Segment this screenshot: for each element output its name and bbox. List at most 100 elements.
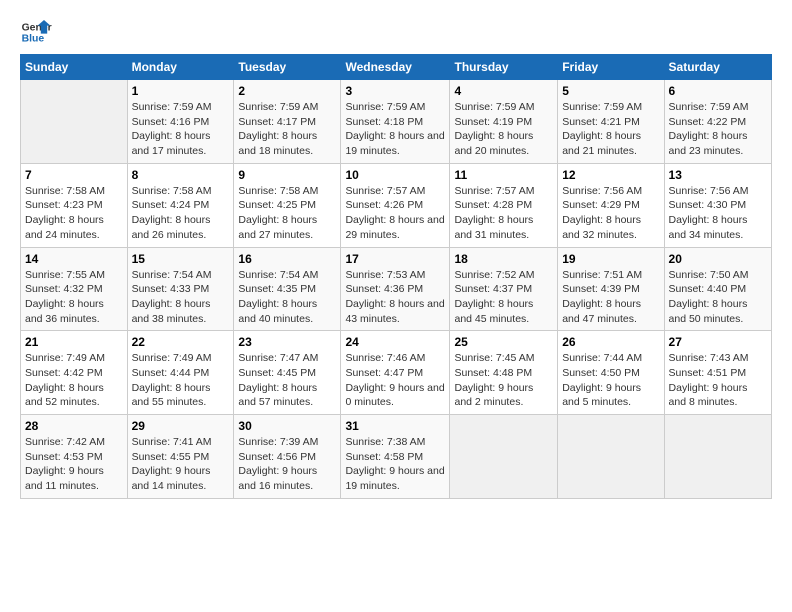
day-cell: 23 Sunrise: 7:47 AMSunset: 4:45 PMDaylig…: [234, 331, 341, 415]
svg-text:Blue: Blue: [22, 34, 45, 45]
day-number: 8: [132, 168, 230, 182]
day-info: Sunrise: 7:58 AMSunset: 4:23 PMDaylight:…: [25, 185, 105, 241]
day-cell: 16 Sunrise: 7:54 AMSunset: 4:35 PMDaylig…: [234, 247, 341, 331]
day-cell: 1 Sunrise: 7:59 AMSunset: 4:16 PMDayligh…: [127, 80, 234, 164]
day-cell: 14 Sunrise: 7:55 AMSunset: 4:32 PMDaylig…: [21, 247, 128, 331]
day-number: 24: [345, 335, 445, 349]
day-cell: 30 Sunrise: 7:39 AMSunset: 4:56 PMDaylig…: [234, 415, 341, 499]
day-cell: 3 Sunrise: 7:59 AMSunset: 4:18 PMDayligh…: [341, 80, 450, 164]
day-number: 10: [345, 168, 445, 182]
day-info: Sunrise: 7:59 AMSunset: 4:16 PMDaylight:…: [132, 101, 212, 157]
day-info: Sunrise: 7:50 AMSunset: 4:40 PMDaylight:…: [669, 269, 749, 325]
day-cell: 26 Sunrise: 7:44 AMSunset: 4:50 PMDaylig…: [558, 331, 664, 415]
week-row-1: 1 Sunrise: 7:59 AMSunset: 4:16 PMDayligh…: [21, 80, 772, 164]
day-cell: 24 Sunrise: 7:46 AMSunset: 4:47 PMDaylig…: [341, 331, 450, 415]
col-header-wednesday: Wednesday: [341, 55, 450, 80]
day-cell: 9 Sunrise: 7:58 AMSunset: 4:25 PMDayligh…: [234, 163, 341, 247]
day-cell: 28 Sunrise: 7:42 AMSunset: 4:53 PMDaylig…: [21, 415, 128, 499]
day-number: 31: [345, 419, 445, 433]
day-number: 22: [132, 335, 230, 349]
day-info: Sunrise: 7:51 AMSunset: 4:39 PMDaylight:…: [562, 269, 642, 325]
day-info: Sunrise: 7:43 AMSunset: 4:51 PMDaylight:…: [669, 352, 749, 408]
day-number: 9: [238, 168, 336, 182]
day-number: 16: [238, 252, 336, 266]
day-number: 20: [669, 252, 767, 266]
day-cell: 12 Sunrise: 7:56 AMSunset: 4:29 PMDaylig…: [558, 163, 664, 247]
day-info: Sunrise: 7:57 AMSunset: 4:28 PMDaylight:…: [454, 185, 534, 241]
day-info: Sunrise: 7:46 AMSunset: 4:47 PMDaylight:…: [345, 352, 444, 408]
day-info: Sunrise: 7:42 AMSunset: 4:53 PMDaylight:…: [25, 436, 105, 492]
day-number: 7: [25, 168, 123, 182]
day-info: Sunrise: 7:52 AMSunset: 4:37 PMDaylight:…: [454, 269, 534, 325]
day-cell: 20 Sunrise: 7:50 AMSunset: 4:40 PMDaylig…: [664, 247, 771, 331]
day-info: Sunrise: 7:49 AMSunset: 4:44 PMDaylight:…: [132, 352, 212, 408]
day-info: Sunrise: 7:45 AMSunset: 4:48 PMDaylight:…: [454, 352, 534, 408]
page: General Blue SundayMondayTuesdayWednesda…: [0, 0, 792, 509]
day-info: Sunrise: 7:59 AMSunset: 4:21 PMDaylight:…: [562, 101, 642, 157]
col-header-saturday: Saturday: [664, 55, 771, 80]
col-header-monday: Monday: [127, 55, 234, 80]
day-cell: 19 Sunrise: 7:51 AMSunset: 4:39 PMDaylig…: [558, 247, 664, 331]
day-info: Sunrise: 7:59 AMSunset: 4:17 PMDaylight:…: [238, 101, 318, 157]
day-number: 19: [562, 252, 659, 266]
day-info: Sunrise: 7:38 AMSunset: 4:58 PMDaylight:…: [345, 436, 444, 492]
day-cell: 11 Sunrise: 7:57 AMSunset: 4:28 PMDaylig…: [450, 163, 558, 247]
day-number: 23: [238, 335, 336, 349]
day-number: 29: [132, 419, 230, 433]
day-number: 12: [562, 168, 659, 182]
day-cell: 8 Sunrise: 7:58 AMSunset: 4:24 PMDayligh…: [127, 163, 234, 247]
day-number: 6: [669, 84, 767, 98]
day-cell: 25 Sunrise: 7:45 AMSunset: 4:48 PMDaylig…: [450, 331, 558, 415]
day-number: 1: [132, 84, 230, 98]
day-number: 11: [454, 168, 553, 182]
day-cell: [558, 415, 664, 499]
day-cell: [664, 415, 771, 499]
day-number: 18: [454, 252, 553, 266]
day-number: 5: [562, 84, 659, 98]
col-header-friday: Friday: [558, 55, 664, 80]
day-number: 17: [345, 252, 445, 266]
day-cell: [450, 415, 558, 499]
day-info: Sunrise: 7:56 AMSunset: 4:30 PMDaylight:…: [669, 185, 749, 241]
logo: General Blue: [20, 16, 52, 48]
week-row-2: 7 Sunrise: 7:58 AMSunset: 4:23 PMDayligh…: [21, 163, 772, 247]
calendar-table: SundayMondayTuesdayWednesdayThursdayFrid…: [20, 54, 772, 499]
col-header-sunday: Sunday: [21, 55, 128, 80]
day-cell: 6 Sunrise: 7:59 AMSunset: 4:22 PMDayligh…: [664, 80, 771, 164]
day-info: Sunrise: 7:54 AMSunset: 4:33 PMDaylight:…: [132, 269, 212, 325]
day-info: Sunrise: 7:58 AMSunset: 4:24 PMDaylight:…: [132, 185, 212, 241]
day-number: 27: [669, 335, 767, 349]
day-number: 15: [132, 252, 230, 266]
day-info: Sunrise: 7:44 AMSunset: 4:50 PMDaylight:…: [562, 352, 642, 408]
day-cell: 7 Sunrise: 7:58 AMSunset: 4:23 PMDayligh…: [21, 163, 128, 247]
day-cell: 2 Sunrise: 7:59 AMSunset: 4:17 PMDayligh…: [234, 80, 341, 164]
day-info: Sunrise: 7:39 AMSunset: 4:56 PMDaylight:…: [238, 436, 318, 492]
day-info: Sunrise: 7:57 AMSunset: 4:26 PMDaylight:…: [345, 185, 444, 241]
day-number: 30: [238, 419, 336, 433]
day-number: 25: [454, 335, 553, 349]
col-header-thursday: Thursday: [450, 55, 558, 80]
day-info: Sunrise: 7:41 AMSunset: 4:55 PMDaylight:…: [132, 436, 212, 492]
header: General Blue: [20, 16, 772, 48]
day-info: Sunrise: 7:49 AMSunset: 4:42 PMDaylight:…: [25, 352, 105, 408]
day-number: 3: [345, 84, 445, 98]
day-number: 2: [238, 84, 336, 98]
col-header-tuesday: Tuesday: [234, 55, 341, 80]
day-cell: 21 Sunrise: 7:49 AMSunset: 4:42 PMDaylig…: [21, 331, 128, 415]
day-number: 28: [25, 419, 123, 433]
day-info: Sunrise: 7:59 AMSunset: 4:22 PMDaylight:…: [669, 101, 749, 157]
day-info: Sunrise: 7:55 AMSunset: 4:32 PMDaylight:…: [25, 269, 105, 325]
day-cell: 17 Sunrise: 7:53 AMSunset: 4:36 PMDaylig…: [341, 247, 450, 331]
logo-icon: General Blue: [20, 16, 52, 48]
day-info: Sunrise: 7:54 AMSunset: 4:35 PMDaylight:…: [238, 269, 318, 325]
day-cell: [21, 80, 128, 164]
week-row-3: 14 Sunrise: 7:55 AMSunset: 4:32 PMDaylig…: [21, 247, 772, 331]
day-cell: 31 Sunrise: 7:38 AMSunset: 4:58 PMDaylig…: [341, 415, 450, 499]
week-row-4: 21 Sunrise: 7:49 AMSunset: 4:42 PMDaylig…: [21, 331, 772, 415]
week-row-5: 28 Sunrise: 7:42 AMSunset: 4:53 PMDaylig…: [21, 415, 772, 499]
day-info: Sunrise: 7:58 AMSunset: 4:25 PMDaylight:…: [238, 185, 318, 241]
day-cell: 5 Sunrise: 7:59 AMSunset: 4:21 PMDayligh…: [558, 80, 664, 164]
day-info: Sunrise: 7:56 AMSunset: 4:29 PMDaylight:…: [562, 185, 642, 241]
day-cell: 4 Sunrise: 7:59 AMSunset: 4:19 PMDayligh…: [450, 80, 558, 164]
day-number: 14: [25, 252, 123, 266]
